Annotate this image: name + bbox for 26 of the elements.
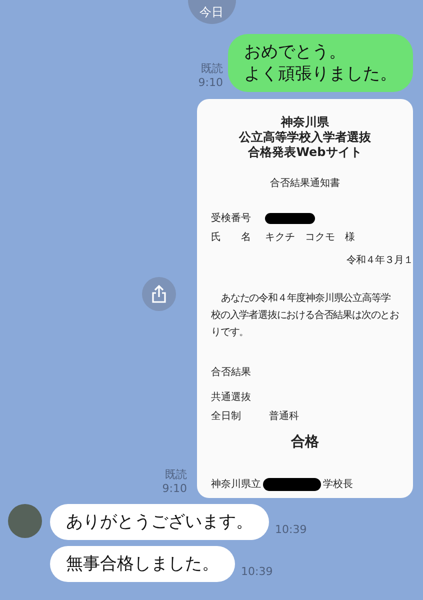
message-time: 10:39: [241, 564, 273, 580]
message-bubble: おめでとう。 よく頑張りました。: [228, 34, 413, 92]
share-button[interactable]: [142, 277, 176, 311]
field-label: 合否結果: [211, 366, 252, 380]
read-receipt: 既読: [165, 468, 187, 482]
document-subtitle: 合否結果通知書: [269, 176, 341, 191]
field-label: 氏 名: [211, 230, 252, 245]
field-value: 共通選抜: [211, 390, 252, 405]
signature-text: 学校長: [323, 478, 353, 492]
message-time: 9:10: [162, 482, 187, 496]
message-bubble: ありがとうございます。: [50, 504, 269, 540]
message-bubble: 無事合格しました。: [50, 546, 235, 582]
field-value: 普通科: [269, 410, 299, 424]
avatar[interactable]: [8, 504, 42, 538]
document-title: 神奈川県 公立高等学校入学者選抜 合格発表Webサイト: [238, 115, 372, 160]
read-receipt: 既読: [201, 62, 223, 76]
share-icon: [151, 285, 167, 303]
message-time: 9:10: [198, 76, 223, 90]
signature-text: 神奈川県立: [211, 478, 261, 492]
field-label: 全日制: [211, 410, 242, 424]
document-paragraph: あなたの令和４年度神奈川県公立高等学校の入学者選抜における合否結果は次のとおりです。: [211, 292, 399, 340]
document-date: 令和４年３月１: [346, 254, 413, 268]
message-time: 10:39: [275, 522, 307, 538]
field-value: キクチ コクモ 様: [265, 230, 355, 245]
field-label: 受検番号: [211, 212, 252, 226]
result-text: 合格: [290, 433, 320, 452]
